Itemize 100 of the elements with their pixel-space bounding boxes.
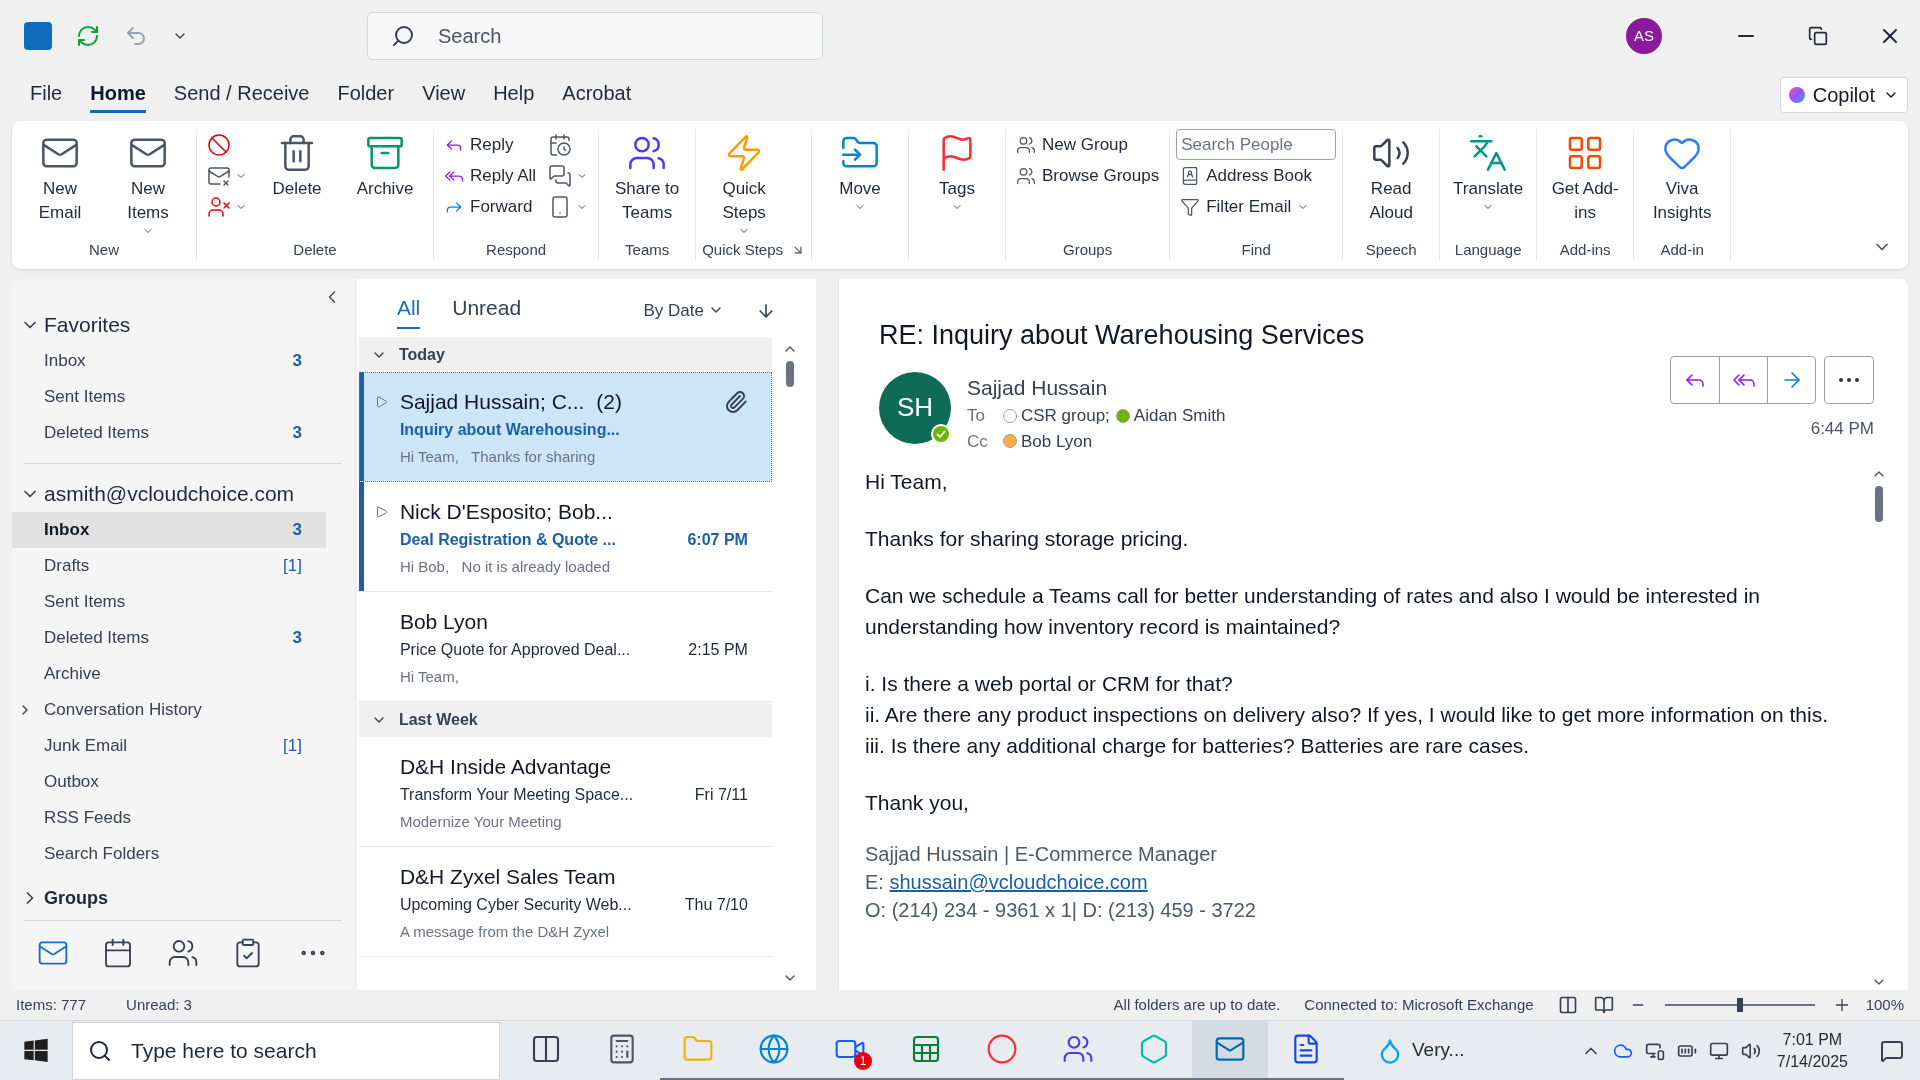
folder-item[interactable]: Deleted Items 3 — [12, 620, 326, 656]
folder-item[interactable]: Search Folders — [12, 836, 326, 872]
email-paragraph: i. Is there a web portal or CRM for that? — [865, 671, 1234, 697]
folder-item[interactable]: Inbox 3 — [12, 512, 326, 548]
menu-tab[interactable]: Folder — [337, 77, 395, 113]
reading-view-icon[interactable] — [1593, 995, 1614, 1015]
search-field[interactable]: Search — [367, 12, 823, 60]
folder-header[interactable]: Favorites — [44, 309, 131, 341]
message-sender: D&H Inside Advantage — [399, 754, 612, 780]
message-row[interactable]: Sajjad Hussain; C... (2) Inquiry about Warehousing... Hi Team, Thanks for sharing — [358, 372, 772, 482]
normal-view-icon[interactable] — [1557, 995, 1578, 1015]
ribbon-group-label: Quick Steps — [702, 239, 783, 260]
clock[interactable]: 7:01 PM 7/14/2025 — [1776, 1028, 1848, 1073]
folder-item[interactable]: Conversation History — [12, 692, 326, 728]
ribbon-button[interactable]: Read Aloud — [1349, 129, 1434, 225]
menu-tab[interactable]: Acrobat — [562, 77, 632, 113]
zoom-thumb[interactable] — [1736, 998, 1743, 1012]
folder-count: 3 — [292, 422, 302, 445]
copilot-button[interactable]: Copilot — [1779, 77, 1908, 113]
ribbon-button[interactable]: Reply — [440, 129, 541, 160]
ribbon-button[interactable]: Address Book — [1176, 160, 1337, 191]
sender-avatar: SH — [879, 371, 951, 444]
menu-tab[interactable]: Send / Receive — [173, 77, 310, 113]
people-icon[interactable] — [166, 937, 199, 969]
zoom-level: 100% — [1865, 994, 1904, 1015]
ribbon-button[interactable]: Tags — [915, 129, 999, 213]
teams-icon — [1062, 1033, 1094, 1065]
sync-status: All folders are up to date. — [1113, 994, 1281, 1015]
folder-header[interactable]: Groups — [44, 884, 108, 912]
folder-item[interactable]: Deleted Items 3 — [12, 415, 326, 451]
search-people-field[interactable]: Search People — [1176, 129, 1337, 160]
folder-item[interactable]: Sent Items — [12, 584, 326, 620]
ribbon-button[interactable]: Archive — [343, 129, 427, 201]
folder-name: Sent Items — [44, 386, 127, 409]
message-preview: Modernize Your Meeting — [399, 811, 563, 832]
email-link[interactable]: shussain@vcloudchoice.com — [889, 871, 1148, 893]
ribbon-button[interactable]: Translate — [1446, 129, 1531, 213]
notifications-icon[interactable] — [1880, 1038, 1904, 1063]
menu-tab[interactable]: Home — [90, 77, 146, 113]
sync-icon[interactable] — [76, 24, 100, 48]
section-header[interactable]: Today — [358, 337, 772, 372]
ribbon-button[interactable]: Browse Groups — [1012, 160, 1164, 191]
volume-icon[interactable] — [1740, 1040, 1761, 1061]
filter-tab[interactable]: Unread — [452, 291, 522, 329]
ribbon-button[interactable]: Share to Teams — [605, 129, 690, 225]
ribbon-button[interactable]: Quick Steps — [702, 129, 787, 237]
taskbar-app-button[interactable] — [1192, 1020, 1268, 1080]
ribbon-button[interactable]: Reply All — [440, 160, 541, 191]
folder-header[interactable]: asmith@vcloudchoice.com — [44, 478, 295, 510]
ribbon-button[interactable]: New Group — [1012, 129, 1164, 160]
user-avatar[interactable]: AS — [1626, 18, 1662, 54]
sort-dropdown[interactable]: By Date — [643, 297, 724, 329]
folder-item[interactable]: Drafts [1] — [12, 548, 326, 584]
recipient-name[interactable]: CSR group; — [1021, 403, 1110, 429]
weather-text[interactable]: Very... — [1412, 1036, 1465, 1065]
ribbon-button[interactable]: New Email — [18, 129, 102, 225]
taskbar-search-field[interactable]: Type here to search — [72, 1021, 500, 1080]
folder-item[interactable]: Junk Email [1] — [12, 728, 326, 764]
network-icon[interactable] — [1708, 1040, 1729, 1061]
expand-thread-icon[interactable] — [375, 506, 388, 518]
recipient-name[interactable]: Aidan Smith — [1133, 403, 1226, 429]
ribbon-group-label: Groups — [1063, 239, 1113, 260]
scrollbar-thumb[interactable] — [785, 361, 794, 387]
folder-item[interactable]: Inbox 3 — [12, 343, 326, 379]
menu-tab[interactable]: File — [30, 77, 63, 113]
folder-name: Search Folders — [44, 843, 161, 866]
restore-icon[interactable] — [1808, 26, 1828, 46]
ribbon-button[interactable]: Filter Email — [1176, 191, 1337, 222]
menu-tab[interactable]: View — [422, 77, 466, 113]
windows-start-icon[interactable] — [22, 1036, 50, 1065]
unread-count: Unread: 3 — [126, 994, 192, 1015]
folder-name: Outbox — [44, 771, 100, 794]
message-row[interactable]: Nick D'Esposito; Bob... Deal Registration & Quote ... 6:07 PM Hi Bob, No it is already loaded — [358, 482, 772, 592]
folder-item[interactable]: Outbox — [12, 764, 326, 800]
folder-item[interactable]: Sent Items — [12, 379, 326, 415]
ribbon-button[interactable]: Delete — [255, 129, 339, 201]
folder-name: RSS Feeds — [44, 807, 132, 830]
search-icon — [88, 1038, 112, 1063]
folder-count: [1] — [283, 555, 302, 578]
scrollbar-thumb[interactable] — [1875, 486, 1883, 522]
filter-tab[interactable]: All — [396, 291, 421, 329]
zoom-in-icon[interactable] — [1833, 997, 1850, 1013]
section-header[interactable]: Last Week — [358, 702, 772, 737]
folder-item[interactable]: RSS Feeds — [12, 800, 326, 836]
ribbon-button[interactable]: Viva Insights — [1640, 129, 1725, 225]
more-actions-button[interactable] — [1824, 355, 1874, 404]
message-subject: Upcoming Cyber Security Web... — [399, 894, 633, 915]
ribbon-button[interactable]: New Items — [106, 129, 190, 237]
taskbar-app-button[interactable]: 1 — [812, 1020, 888, 1080]
menu-tab[interactable]: Help — [493, 77, 535, 113]
folder-count: 3 — [292, 350, 302, 373]
expand-thread-icon[interactable] — [375, 396, 388, 408]
ribbon-button[interactable]: Move — [818, 129, 902, 213]
email-paragraph: Hi Team, — [865, 469, 949, 495]
recipient-name[interactable]: Bob Lyon — [1021, 428, 1093, 454]
message-time: 6:07 PM — [687, 529, 748, 550]
ribbon-button[interactable]: Forward — [440, 191, 541, 222]
ribbon-button[interactable]: Get Add-ins — [1543, 129, 1628, 225]
email-paragraph: ii. Are there any product inspections on delivery also? If yes, I would like to get more information on this. — [865, 702, 1829, 728]
folder-item[interactable]: Archive — [12, 656, 326, 692]
